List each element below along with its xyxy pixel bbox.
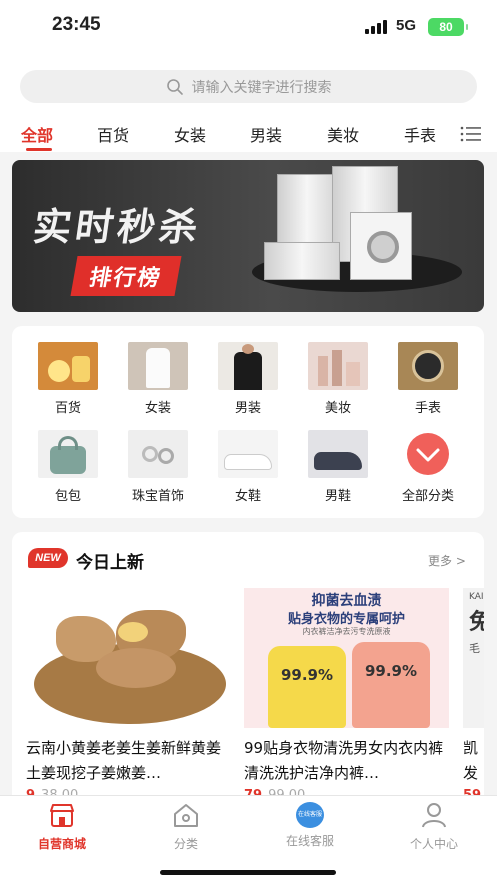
image-word: 免 (469, 610, 484, 635)
flash-sale-banner[interactable]: 实时秒杀 排行榜 (12, 160, 484, 312)
active-tab-indicator (26, 148, 52, 151)
category-grid: 百货 女装 男装 美妆 手表 包包 珠宝首饰 女鞋 男鞋 全部分类 (12, 326, 484, 518)
category-label: 珠宝首饰 (131, 489, 184, 504)
banner-subtitle: 排行榜 (70, 256, 182, 296)
more-link[interactable]: 更多 > (428, 552, 466, 569)
product-name: 凯发 (463, 739, 479, 782)
microwave-image (264, 242, 340, 280)
search-placeholder: 请输入关键字进行搜索 (191, 79, 332, 96)
image-percent-right: 99.9% (364, 662, 418, 680)
service-icon-text: 在线客服 (296, 802, 324, 828)
all-categories-icon-wrapper (398, 430, 458, 478)
banner-title: 实时秒杀 (30, 207, 205, 249)
handbag-icon (38, 430, 98, 478)
category-label: 美妆 (324, 401, 351, 416)
product-image-ginger (26, 588, 231, 728)
image-percent-left: 99.9% (280, 666, 334, 684)
category-label: 包包 (54, 489, 81, 504)
store-icon (50, 804, 74, 827)
tab-all[interactable]: 全部 (21, 122, 53, 146)
womens-top-icon (128, 342, 188, 390)
category-label: 百货 (54, 401, 81, 416)
nav-label: 自营商城 (37, 837, 86, 851)
category-all[interactable]: 全部分类 (383, 430, 473, 504)
category-womens-shoes[interactable]: 女鞋 (203, 430, 293, 504)
customer-service-icon: 在线客服 (296, 802, 324, 828)
network-type: 5G (396, 17, 417, 34)
status-time: 23:45 (52, 14, 101, 35)
product-name: 99贴身衣物清洗男女内衣内裤清洗洗护洁净内裤… (244, 739, 444, 782)
category-womens[interactable]: 女装 (113, 342, 203, 416)
nav-label: 在线客服 (285, 834, 334, 848)
category-general-goods[interactable]: 百货 (23, 342, 113, 416)
category-mens[interactable]: 男装 (203, 342, 293, 416)
category-watches[interactable]: 手表 (383, 342, 473, 416)
image-brand: KAI (469, 592, 484, 602)
category-mens-shoes[interactable]: 男鞋 (293, 430, 383, 504)
person-icon (422, 803, 446, 828)
category-label: 男鞋 (324, 489, 351, 504)
product-card[interactable]: KAI 免 毛 凯发 59 (463, 588, 484, 800)
mens-shoes-icon (308, 430, 368, 478)
signal-icon (365, 20, 389, 34)
category-label: 手表 (414, 401, 441, 416)
nav-label: 个人中心 (409, 837, 458, 851)
product-card[interactable]: 抑菌去血渍 贴身衣物的专属呵护 内衣裤洁净去污专洗原液 99.9% 99.9% … (244, 588, 449, 800)
category-label: 全部分类 (401, 489, 454, 504)
product-image-partial: KAI 免 毛 (463, 588, 484, 728)
search-area: 请输入关键字进行搜索 (0, 56, 497, 116)
category-bags[interactable]: 包包 (23, 430, 113, 504)
washing-machine-image (350, 212, 412, 280)
lamp-product-icon (38, 342, 98, 390)
nav-store[interactable]: 自营商城 (2, 802, 122, 852)
product-name: 云南小黄姜老姜生姜新鲜黄姜土姜现挖子姜嫩姜… (26, 739, 222, 782)
image-headline: 抑菌去血渍 (311, 593, 382, 609)
nav-profile[interactable]: 个人中心 (374, 802, 494, 852)
search-icon (166, 78, 183, 95)
product-image-laundry: 抑菌去血渍 贴身衣物的专属呵护 内衣裤洁净去污专洗原液 99.9% 99.9% (244, 588, 449, 728)
tab-mens[interactable]: 男装 (250, 122, 282, 146)
category-label: 女装 (144, 401, 171, 416)
home-indicator[interactable] (160, 870, 336, 875)
category-beauty[interactable]: 美妆 (293, 342, 383, 416)
image-tagline: 贴身衣物的专属呵护 (287, 612, 405, 627)
new-arrivals-section: NEW 今日上新 更多 > 云南小黄姜老姜生姜新鲜黄姜土姜现挖子姜嫩姜… 9 38… (12, 532, 484, 800)
status-bar: 23:45 5G 80 (0, 0, 497, 56)
home-icon (174, 804, 198, 827)
chevron-down-icon (407, 433, 449, 475)
category-jewelry[interactable]: 珠宝首饰 (113, 430, 203, 504)
product-card[interactable]: 云南小黄姜老姜生姜新鲜黄姜土姜现挖子姜嫩姜… 9 38.00 (26, 588, 231, 800)
mens-shirt-icon (218, 342, 278, 390)
image-note: 内衣裤洁净去污专洗原液 (302, 627, 391, 636)
tab-beauty[interactable]: 美妆 (327, 122, 359, 146)
new-badge: NEW (28, 548, 68, 568)
search-input[interactable]: 请输入关键字进行搜索 (20, 70, 477, 103)
watch-icon (398, 342, 458, 390)
battery-level: 80 (439, 20, 453, 34)
nav-label: 分类 (173, 837, 198, 851)
tab-general-goods[interactable]: 百货 (97, 122, 129, 146)
menu-icon[interactable] (460, 125, 482, 143)
section-title: 今日上新 (76, 553, 144, 573)
image-sub: 毛 (469, 642, 480, 655)
nav-category[interactable]: 分类 (126, 802, 246, 852)
tab-watches[interactable]: 手表 (404, 122, 436, 146)
category-tabs: 全部 百货 女装 男装 美妆 手表 (0, 116, 497, 152)
category-label: 女鞋 (234, 489, 261, 504)
nav-customer-service[interactable]: 在线客服 在线客服 (250, 802, 370, 849)
jewelry-icon (128, 430, 188, 478)
category-label: 男装 (234, 401, 261, 416)
womens-shoes-icon (218, 430, 278, 478)
tab-womens[interactable]: 女装 (174, 122, 206, 146)
cosmetics-icon (308, 342, 368, 390)
battery-icon: 80 (428, 18, 468, 36)
